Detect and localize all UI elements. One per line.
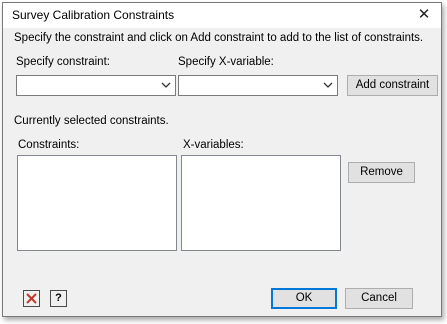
currently-selected-label: Currently selected constraints. bbox=[14, 115, 169, 127]
add-constraint-button[interactable]: Add constraint bbox=[347, 75, 438, 96]
specify-constraint-combo[interactable] bbox=[16, 75, 176, 96]
clear-button[interactable] bbox=[23, 290, 40, 307]
close-icon[interactable]: ✕ bbox=[414, 6, 434, 24]
xvariables-list-label: X-variables: bbox=[183, 139, 244, 151]
constraints-listbox[interactable] bbox=[17, 155, 177, 251]
xvariables-listbox[interactable] bbox=[181, 155, 341, 251]
title-bar: Survey Calibration Constraints ✕ bbox=[3, 3, 441, 28]
window-title: Survey Calibration Constraints bbox=[12, 8, 175, 22]
clear-x-icon bbox=[26, 293, 37, 304]
specify-xvariable-label: Specify X-variable: bbox=[178, 56, 274, 68]
remove-button[interactable]: Remove bbox=[348, 162, 415, 183]
ok-button[interactable]: OK bbox=[271, 288, 337, 309]
dialog-window: Survey Calibration Constraints ✕ Specify… bbox=[2, 2, 442, 317]
help-button[interactable]: ? bbox=[50, 290, 67, 307]
instructions-text: Specify the constraint and click on Add … bbox=[14, 32, 424, 44]
specify-constraint-label: Specify constraint: bbox=[16, 56, 110, 68]
chevron-down-icon bbox=[161, 82, 171, 88]
chevron-down-icon bbox=[323, 82, 333, 88]
cancel-button[interactable]: Cancel bbox=[345, 288, 413, 309]
specify-xvariable-combo[interactable] bbox=[178, 75, 338, 96]
help-icon: ? bbox=[55, 292, 62, 304]
constraints-list-label: Constraints: bbox=[18, 139, 80, 151]
